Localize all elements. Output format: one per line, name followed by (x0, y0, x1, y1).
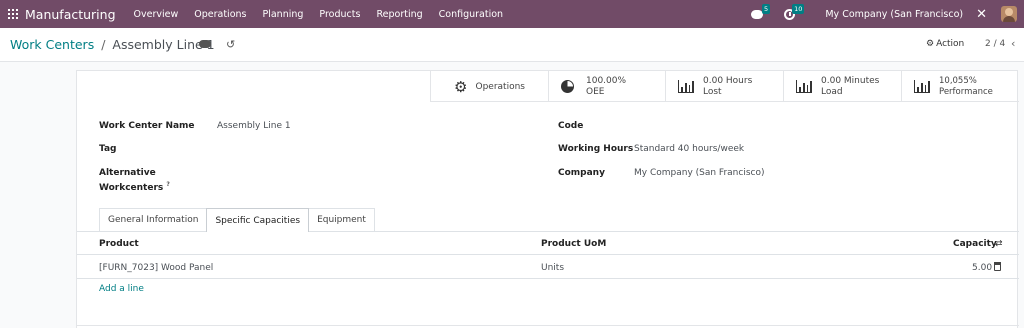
operations-button[interactable]: ⚙ Operations (430, 71, 548, 102)
company-field[interactable]: My Company (San Francisco) (634, 168, 764, 178)
menu-item-planning[interactable]: Planning (254, 9, 311, 20)
code-field[interactable] (634, 119, 834, 133)
trash-icon[interactable] (994, 262, 1001, 271)
menu-item-products[interactable]: Products (311, 9, 368, 20)
bar-chart-icon (914, 79, 930, 94)
cell-capacity[interactable]: 5.00 (972, 263, 992, 273)
bar-chart-icon (796, 79, 812, 94)
column-header-capacity[interactable]: Capacity (953, 239, 997, 249)
gear-icon: ⚙ (926, 39, 935, 49)
sheet-divider (77, 325, 1019, 326)
menu-item-overview[interactable]: Overview (126, 9, 187, 20)
messages-badge: 5 (761, 4, 771, 14)
navbar-systray: 5 10 My Company (San Francisco) ✕ (750, 0, 1024, 28)
tab-general-information[interactable]: General Information (99, 208, 208, 231)
load-button[interactable]: 0.00 Minutes Load (783, 71, 901, 102)
activities-badge: 10 (792, 4, 805, 14)
tools-icon[interactable]: ✕ (976, 7, 987, 22)
top-navbar: Manufacturing Overview Operations Planni… (0, 0, 1024, 28)
discard-icon[interactable]: ↺ (226, 38, 235, 51)
control-panel: Work Centers / Assembly Line 1 ↺ ⚙ Action… (0, 28, 1024, 62)
breadcrumb-work-centers[interactable]: Work Centers (10, 37, 94, 52)
pager[interactable]: 2 / 4 (985, 39, 1005, 49)
company-label: Company (558, 168, 605, 178)
chevron-left-icon[interactable]: ‹ (1011, 37, 1015, 50)
company-switcher[interactable]: My Company (San Francisco) (825, 9, 963, 20)
column-header-uom[interactable]: Product UoM (541, 239, 606, 249)
menu-item-configuration[interactable]: Configuration (431, 9, 511, 20)
pie-chart-icon (561, 79, 577, 94)
table-row[interactable]: [FURN_7023] Wood Panel Units 5.00 (77, 256, 1019, 279)
cell-uom[interactable]: Units (541, 263, 564, 273)
tag-field[interactable] (217, 142, 407, 156)
alternative-workcenters-field[interactable] (217, 168, 407, 182)
breadcrumb-separator: / (101, 37, 106, 52)
oee-button[interactable]: 100.00% OEE (548, 71, 665, 102)
save-cloud-icon[interactable] (199, 40, 211, 48)
tab-equipment[interactable]: Equipment (308, 208, 375, 231)
performance-button[interactable]: 10,055% Performance (901, 71, 1019, 102)
lost-button[interactable]: 0.00 Hours Lost (665, 71, 783, 102)
cog-icon: ⚙ (454, 77, 468, 96)
apps-menu-icon[interactable] (8, 9, 18, 19)
work-center-name-field[interactable]: Assembly Line 1 (217, 121, 291, 131)
main-menu: Overview Operations Planning Products Re… (126, 9, 512, 20)
smart-buttons: ⚙ Operations 100.00% OEE 0.00 Hours Lost 0… (430, 71, 1019, 102)
table-header: Product Product UoM Capacity ⇄ (77, 232, 1019, 255)
tag-label: Tag (99, 144, 117, 154)
alternative-label-line2: Workcenters ? (99, 181, 170, 193)
work-center-name-label: Work Center Name (99, 121, 195, 131)
tab-specific-capacities[interactable]: Specific Capacities (206, 208, 310, 232)
user-avatar[interactable] (1001, 6, 1017, 22)
code-label: Code (558, 121, 584, 131)
add-line-link[interactable]: Add a line (99, 284, 144, 294)
optional-columns-icon[interactable]: ⇄ (995, 239, 1003, 249)
column-header-product[interactable]: Product (99, 239, 139, 249)
menu-item-operations[interactable]: Operations (186, 9, 254, 20)
breadcrumb: Work Centers / Assembly Line 1 (10, 37, 215, 52)
working-hours-label: Working Hours (558, 144, 634, 154)
menu-item-reporting[interactable]: Reporting (368, 9, 430, 20)
bar-chart-icon (678, 79, 694, 94)
cell-product[interactable]: [FURN_7023] Wood Panel (99, 263, 213, 273)
action-button[interactable]: ⚙ Action (926, 39, 964, 49)
working-hours-field[interactable]: Standard 40 hours/week (634, 144, 744, 154)
form-sheet: ⚙ Operations 100.00% OEE 0.00 Hours Lost 0… (76, 70, 1019, 328)
notebook-tabs: General Information Specific Capacities … (99, 208, 375, 232)
app-brand[interactable]: Manufacturing (25, 7, 116, 22)
help-tooltip-icon[interactable]: ? (166, 181, 169, 188)
alternative-label-line1: Alternative (99, 168, 156, 178)
